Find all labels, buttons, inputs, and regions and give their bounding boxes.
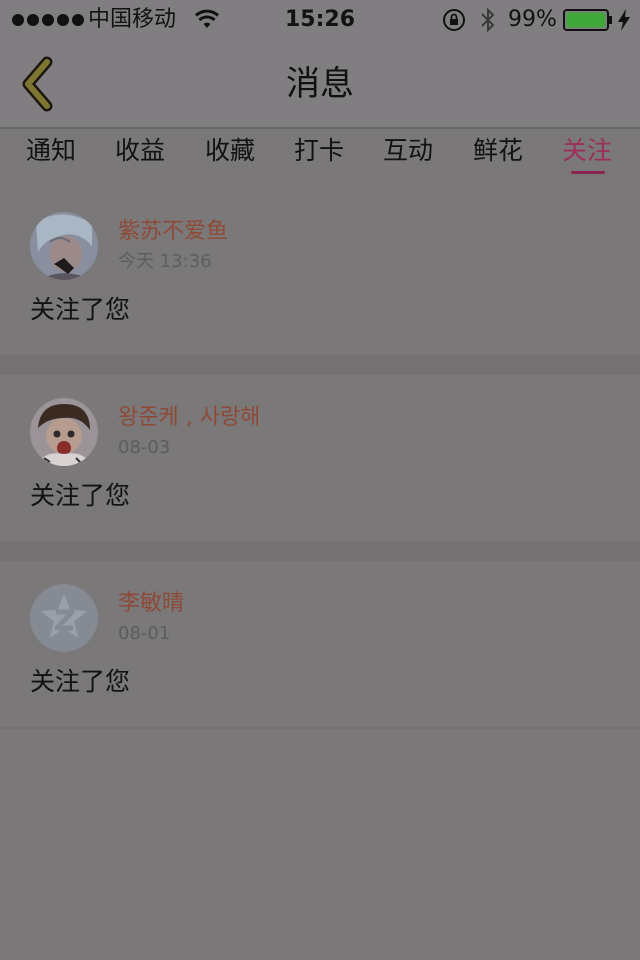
- charging-bolt-icon: [618, 9, 630, 31]
- bluetooth-icon: [481, 7, 495, 33]
- orientation-lock-icon: [443, 9, 465, 31]
- timestamp: 今天 13:36: [118, 251, 212, 272]
- list-item[interactable]: 왕준케 , 사랑해 08-03 关注了您: [0, 376, 640, 541]
- tab-flowers[interactable]: 鲜花: [473, 135, 523, 167]
- avatar[interactable]: [30, 212, 98, 280]
- user-name[interactable]: 왕준케 , 사랑해: [118, 404, 260, 432]
- tab-bar: 通知 收益 收藏 打卡 互动 鲜花 关注: [0, 129, 640, 181]
- tab-earnings[interactable]: 收益: [115, 135, 165, 167]
- user-name[interactable]: 紫苏不爱鱼: [118, 218, 228, 246]
- divider: [0, 727, 640, 729]
- tab-check-in[interactable]: 打卡: [294, 135, 344, 167]
- navigation-bar: 消息: [0, 40, 640, 127]
- divider: [0, 355, 640, 375]
- status-bar: 中国移动 15:26 99%: [0, 0, 640, 40]
- page-title: 消息: [286, 64, 354, 104]
- tab-notifications[interactable]: 通知: [26, 135, 76, 167]
- notification-message: 关注了您: [30, 667, 131, 696]
- timestamp: 08-03: [118, 437, 171, 458]
- notification-message: 关注了您: [30, 481, 131, 510]
- tab-follows[interactable]: 关注: [562, 135, 612, 167]
- avatar[interactable]: [30, 584, 98, 652]
- active-tab-indicator: [571, 171, 605, 174]
- battery-percentage: 99%: [508, 7, 557, 32]
- list-item[interactable]: 紫苏不爱鱼 今天 13:36 关注了您: [0, 190, 640, 355]
- tab-interactions[interactable]: 互动: [383, 135, 433, 167]
- tab-favorites[interactable]: 收藏: [205, 135, 255, 167]
- divider: [0, 541, 640, 561]
- list-item[interactable]: 李敏晴 08-01 关注了您: [0, 562, 640, 727]
- battery-icon: [563, 9, 612, 31]
- user-name[interactable]: 李敏晴: [118, 590, 184, 618]
- timestamp: 08-01: [118, 623, 171, 644]
- notification-message: 关注了您: [30, 295, 131, 324]
- avatar[interactable]: [30, 398, 98, 466]
